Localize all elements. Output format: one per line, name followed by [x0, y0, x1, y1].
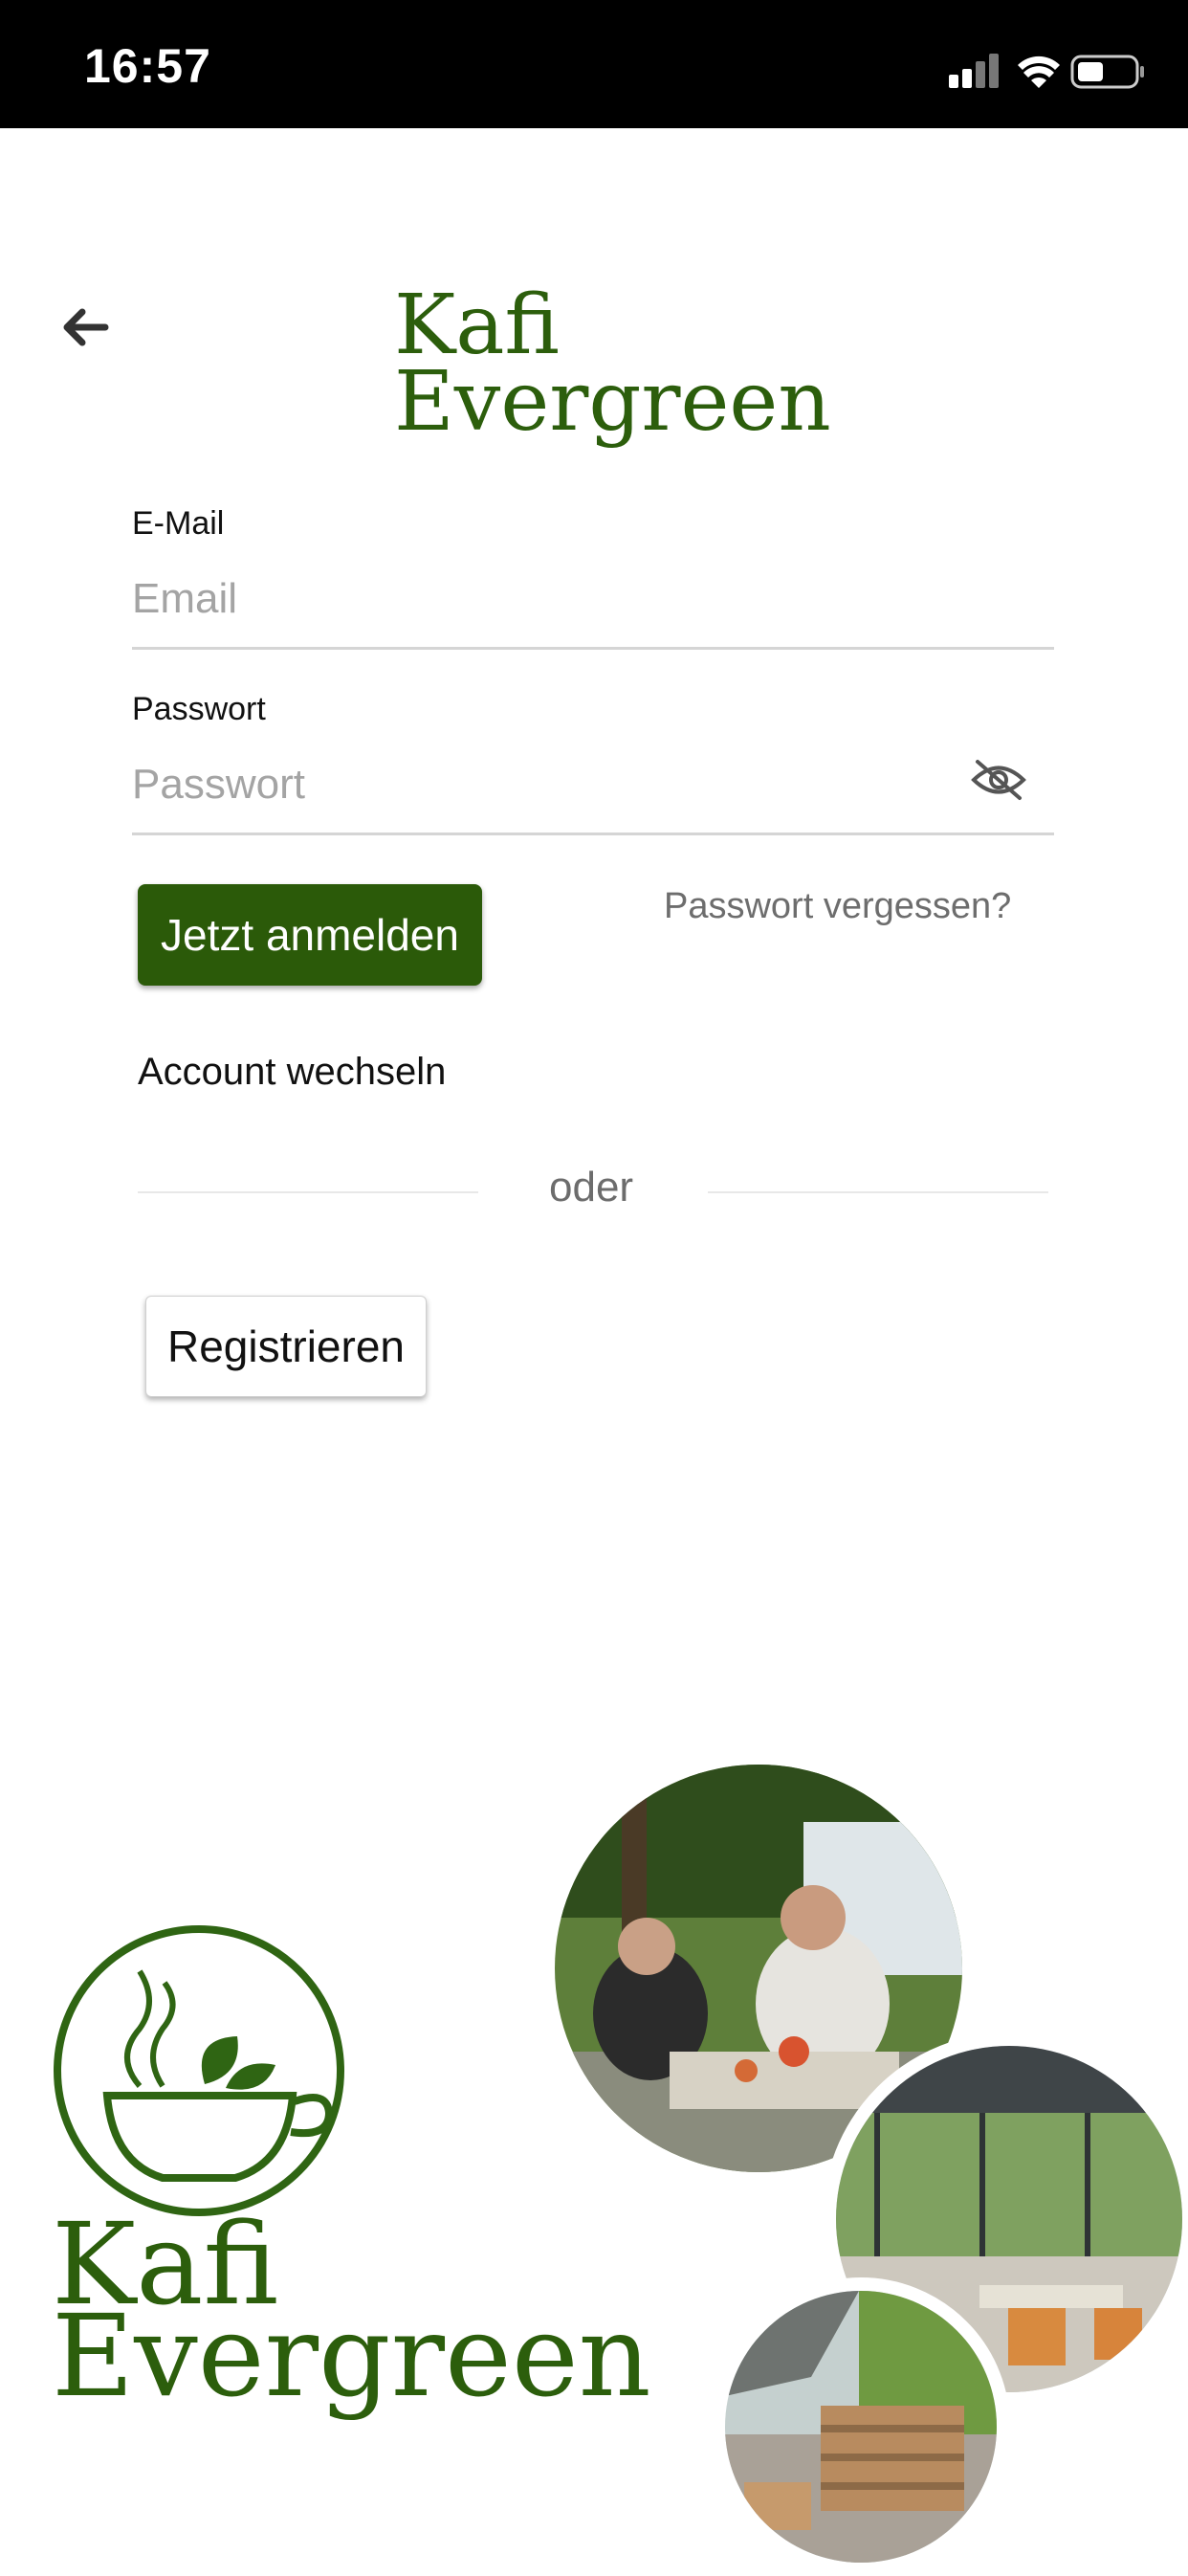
register-button[interactable]: Registrieren: [145, 1296, 427, 1397]
password-field[interactable]: [132, 737, 1054, 835]
app-title-line2: Evergreen: [394, 354, 831, 450]
photo-outdoor-seating: [712, 2277, 1010, 2576]
coffee-cup-logo: [54, 1925, 344, 2216]
forgot-password-link[interactable]: Passwort vergessen?: [664, 886, 1011, 927]
divider-left: [138, 1191, 478, 1193]
status-bar: 16:57: [0, 0, 1188, 128]
signal-icon: [949, 54, 999, 88]
switch-account-link[interactable]: Account wechseln: [138, 1051, 446, 1094]
app-title: Kafi Evergreen: [394, 278, 831, 450]
status-time: 16:57: [84, 39, 211, 93]
app-title-line1: Kafi: [394, 278, 560, 373]
divider-right: [708, 1191, 1048, 1193]
logo-text: Kafi Evergreen: [52, 2208, 651, 2422]
email-field[interactable]: [132, 551, 1054, 650]
status-icons: [949, 54, 1144, 89]
logo-text-line2: Evergreen: [52, 2290, 651, 2422]
battery-icon: [1070, 55, 1144, 89]
password-label: Passwort: [132, 691, 266, 727]
login-button[interactable]: Jetzt anmelden: [138, 884, 482, 986]
wifi-icon: [1018, 56, 1060, 88]
email-label: E-Mail: [132, 505, 225, 542]
eye-slash-icon[interactable]: [970, 756, 1027, 804]
divider-text: oder: [549, 1164, 634, 1210]
back-arrow-icon[interactable]: [55, 299, 113, 356]
